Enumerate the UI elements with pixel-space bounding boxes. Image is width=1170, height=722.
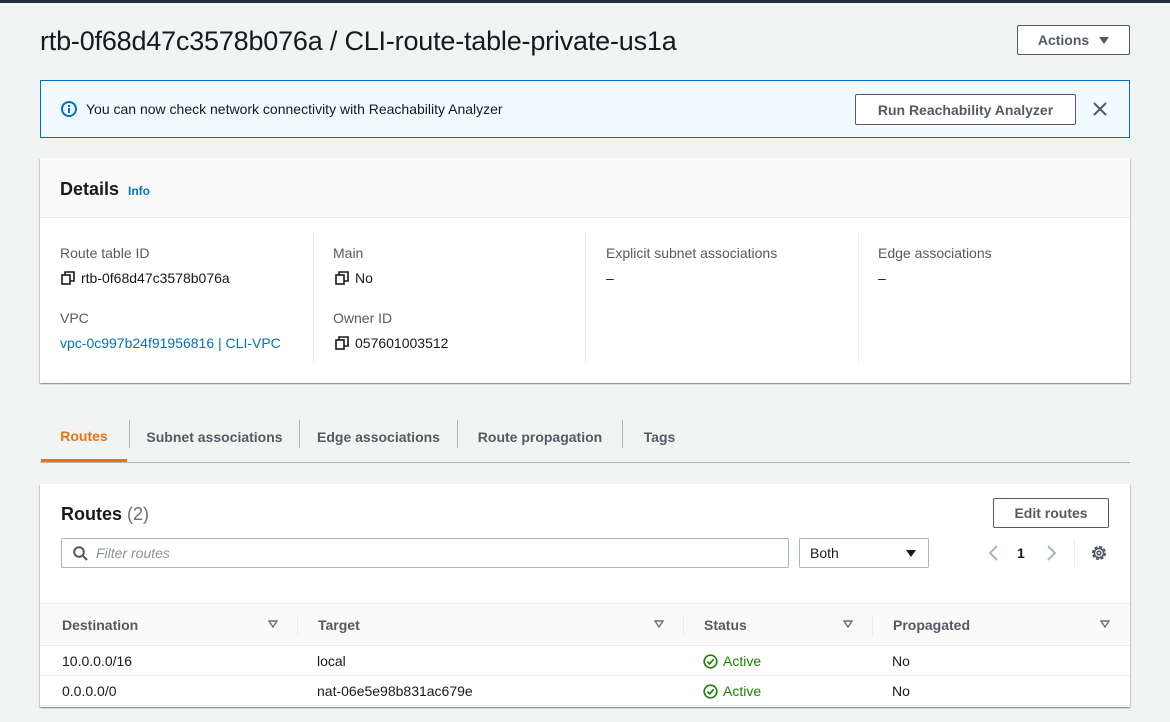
check-circle-icon bbox=[703, 683, 718, 699]
actions-button-label: Actions bbox=[1037, 32, 1090, 48]
routes-panel: Routes (2) Edit routes Both 1 Destinatio… bbox=[40, 484, 1130, 707]
column-separator bbox=[683, 616, 684, 636]
main-label: Main bbox=[333, 245, 364, 261]
details-title: Details bbox=[60, 179, 120, 199]
route-scope-value: Both bbox=[810, 545, 839, 561]
owner-id-text: 057601003512 bbox=[355, 335, 449, 351]
vpc-label: VPC bbox=[60, 310, 89, 326]
column-separator bbox=[872, 616, 873, 636]
table-row[interactable]: 10.0.0.0/16 local Active No bbox=[40, 646, 1130, 676]
cell-destination: 10.0.0.0/16 bbox=[62, 653, 133, 669]
sort-down-icon[interactable] bbox=[843, 620, 853, 628]
run-reachability-analyzer-button[interactable]: Run Reachability Analyzer bbox=[855, 94, 1076, 125]
cell-status: Active bbox=[703, 653, 761, 669]
routes-title: Routes (2) bbox=[61, 504, 149, 525]
route-scope-select[interactable]: Both bbox=[799, 538, 929, 568]
vpc-value: vpc-0c997b24f91956816 | CLI-VPC bbox=[60, 335, 281, 351]
chevron-left-icon[interactable] bbox=[987, 545, 999, 561]
gear-icon[interactable] bbox=[1090, 544, 1108, 562]
caret-down-icon bbox=[1099, 36, 1110, 44]
page-number[interactable]: 1 bbox=[1017, 545, 1025, 561]
route-table-id-text: rtb-0f68d47c3578b076a bbox=[81, 270, 230, 286]
column-divider bbox=[585, 233, 586, 363]
top-border bbox=[0, 0, 1170, 3]
route-table-id-value: rtb-0f68d47c3578b076a bbox=[61, 270, 230, 286]
tab-edge-associations[interactable]: Edge associations bbox=[300, 412, 457, 462]
routes-count: (2) bbox=[127, 504, 150, 524]
routes-title-text: Routes bbox=[61, 504, 123, 524]
search-icon bbox=[73, 546, 88, 561]
status-text: Active bbox=[723, 653, 762, 669]
main-text: No bbox=[355, 270, 373, 286]
cell-propagated: No bbox=[892, 683, 910, 699]
filter-routes-field bbox=[61, 538, 789, 568]
owner-id-value: 057601003512 bbox=[335, 335, 448, 351]
copy-icon[interactable] bbox=[335, 336, 349, 350]
tab-bar: Routes Subnet associations Edge associat… bbox=[40, 412, 1130, 463]
tab-tags[interactable]: Tags bbox=[623, 412, 696, 462]
edge-associations-label: Edge associations bbox=[878, 245, 992, 261]
edit-routes-button[interactable]: Edit routes bbox=[993, 498, 1109, 528]
column-header-destination[interactable]: Destination bbox=[62, 617, 138, 633]
sort-down-icon[interactable] bbox=[1100, 620, 1110, 628]
column-header-status[interactable]: Status bbox=[704, 617, 747, 633]
sort-down-icon[interactable] bbox=[268, 620, 278, 628]
table-row[interactable]: 0.0.0.0/0 nat-06e5e98b831ac679e Active N… bbox=[40, 676, 1130, 706]
tab-routes[interactable]: Routes bbox=[41, 412, 127, 462]
vpc-link[interactable]: vpc-0c997b24f91956816 | CLI-VPC bbox=[60, 335, 281, 351]
chevron-right-icon[interactable] bbox=[1046, 545, 1058, 561]
reachability-flash-banner: You can now check network connectivity w… bbox=[40, 80, 1130, 138]
copy-icon[interactable] bbox=[61, 271, 75, 285]
explicit-subnet-label: Explicit subnet associations bbox=[606, 245, 778, 261]
explicit-subnet-value: – bbox=[606, 270, 614, 286]
details-info-link[interactable]: Info bbox=[128, 184, 150, 198]
tab-subnet-associations[interactable]: Subnet associations bbox=[130, 412, 299, 462]
cell-status: Active bbox=[703, 683, 761, 699]
route-table-id-label: Route table ID bbox=[60, 245, 150, 261]
page-title: rtb-0f68d47c3578b076a / CLI-route-table-… bbox=[40, 26, 677, 56]
details-panel: Details Info Route table ID rtb-0f68d47c… bbox=[40, 158, 1130, 383]
table-header: Destination Target Status Propagated bbox=[40, 603, 1130, 646]
info-icon bbox=[61, 101, 77, 117]
close-icon[interactable] bbox=[1091, 100, 1109, 118]
tab-route-propagation[interactable]: Route propagation bbox=[458, 412, 622, 462]
nat-gateway-link[interactable]: nat-06e5e98b831ac679e bbox=[317, 683, 473, 699]
owner-id-label: Owner ID bbox=[333, 310, 393, 326]
copy-icon[interactable] bbox=[335, 271, 349, 285]
check-circle-icon bbox=[703, 653, 718, 669]
details-header: Details Info bbox=[40, 158, 1130, 218]
filter-routes-input[interactable] bbox=[96, 542, 776, 564]
sort-down-icon[interactable] bbox=[654, 620, 664, 628]
cell-propagated: No bbox=[892, 653, 910, 669]
column-divider bbox=[858, 233, 859, 363]
column-header-propagated[interactable]: Propagated bbox=[893, 617, 970, 633]
cell-destination: 0.0.0.0/0 bbox=[62, 683, 117, 699]
column-header-target[interactable]: Target bbox=[318, 617, 360, 633]
pager-separator bbox=[1074, 539, 1075, 567]
column-divider bbox=[313, 233, 314, 363]
actions-button[interactable]: Actions bbox=[1017, 25, 1130, 55]
column-separator bbox=[297, 616, 298, 636]
flash-message: You can now check network connectivity w… bbox=[86, 101, 503, 117]
main-value: No bbox=[335, 270, 373, 286]
edge-associations-value: – bbox=[878, 270, 886, 286]
caret-down-icon bbox=[906, 550, 916, 557]
status-text: Active bbox=[723, 683, 762, 699]
cell-target: local bbox=[317, 653, 346, 669]
